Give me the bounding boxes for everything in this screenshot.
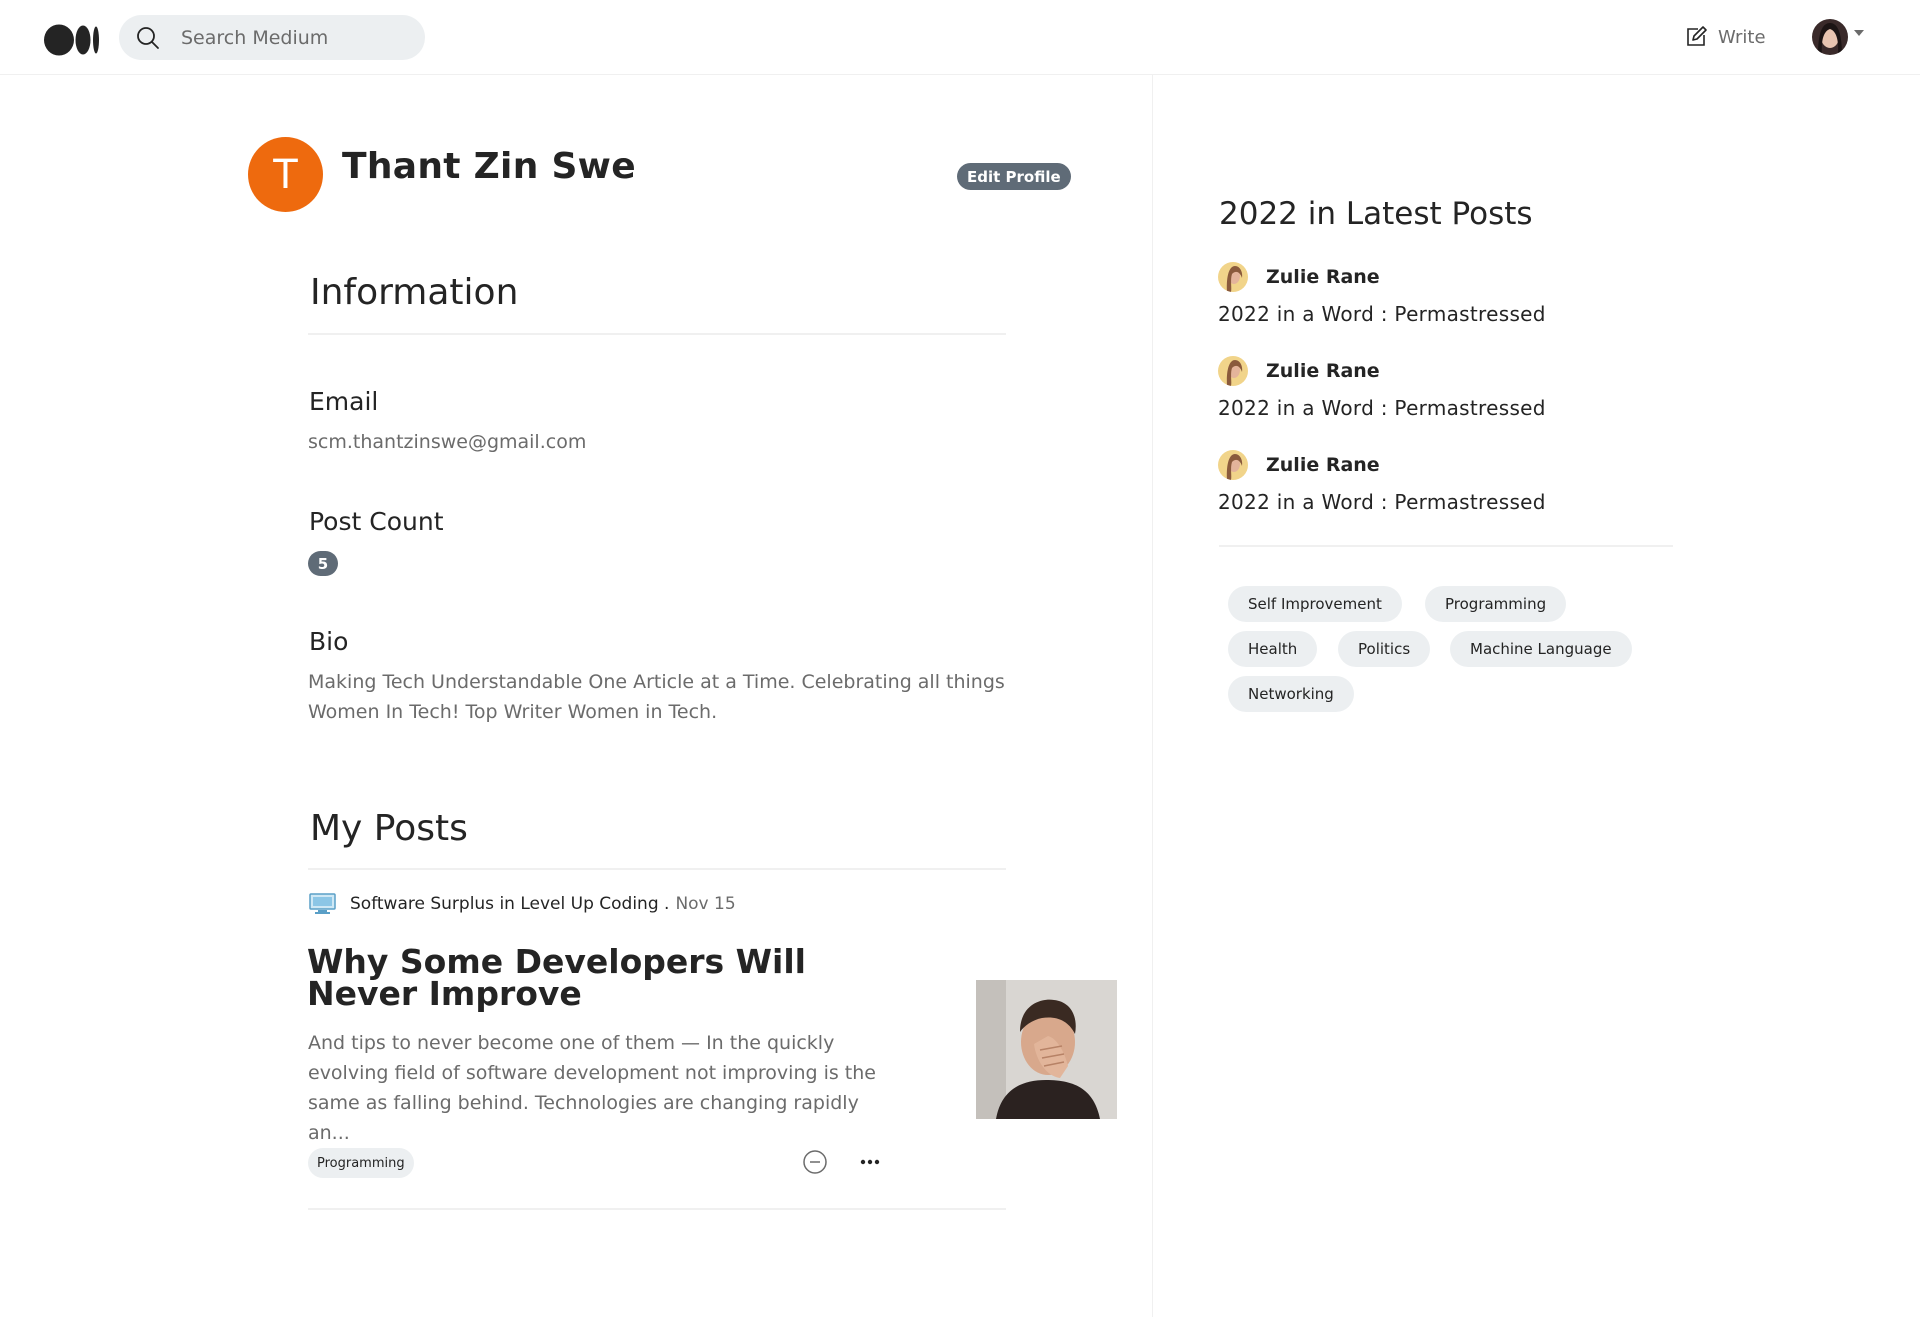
divider <box>308 1208 1006 1210</box>
write-label: Write <box>1718 26 1766 48</box>
latest-posts-heading: 2022 in Latest Posts <box>1219 196 1533 232</box>
search-icon[interactable] <box>135 25 161 51</box>
post-title[interactable]: Why Some Developers Will Never Improve <box>307 945 907 1010</box>
email-label: Email <box>309 387 379 416</box>
profile-initial: T <box>273 151 298 198</box>
latest-post-item[interactable]: Zulie Rane 2022 in a Word : Permastresse… <box>1218 354 1546 420</box>
edit-profile-button[interactable]: Edit Profile <box>957 163 1071 190</box>
email-value: scm.thantzinswe@gmail.com <box>308 431 587 453</box>
profile-avatar: T <box>248 137 323 212</box>
divider <box>308 333 1006 335</box>
post-count-label: Post Count <box>309 507 444 536</box>
more-options-icon[interactable] <box>856 1148 884 1176</box>
latest-post-item[interactable]: Zulie Rane 2022 in a Word : Permastresse… <box>1218 260 1546 326</box>
topic-tag[interactable]: Politics <box>1338 631 1431 667</box>
latest-post-title[interactable]: 2022 in a Word : Permastressed <box>1218 396 1546 420</box>
user-avatar[interactable] <box>1812 19 1848 55</box>
post-count-badge: 5 <box>308 551 338 576</box>
medium-logo-icon[interactable] <box>44 24 100 56</box>
post-date: Nov 15 <box>675 894 736 914</box>
author-name[interactable]: Zulie Rane <box>1266 266 1380 288</box>
bio-value: Making Tech Understandable One Article a… <box>308 671 1005 723</box>
top-navigation-bar: Write <box>0 0 1920 75</box>
topic-tag[interactable]: Programming <box>1425 586 1567 622</box>
divider <box>308 868 1006 870</box>
bio-label: Bio <box>309 627 349 656</box>
search-input[interactable] <box>181 26 401 49</box>
show-less-icon[interactable] <box>801 1148 829 1176</box>
column-divider <box>1152 75 1153 1317</box>
latest-post-author[interactable]: Zulie Rane <box>1218 354 1546 388</box>
write-button[interactable]: Write <box>1684 25 1766 49</box>
topic-tag[interactable]: Machine Language <box>1450 631 1632 667</box>
author-avatar <box>1218 262 1248 292</box>
author-avatar <box>1218 356 1248 386</box>
information-heading: Information <box>310 272 519 313</box>
topic-tag[interactable]: Self Improvement <box>1228 586 1402 622</box>
author-name[interactable]: Zulie Rane <box>1266 360 1380 382</box>
profile-name: Thant Zin Swe <box>342 146 636 187</box>
author-avatar <box>1218 450 1248 480</box>
latest-post-title[interactable]: 2022 in a Word : Permastressed <box>1218 302 1546 326</box>
post-tag[interactable]: Programming <box>308 1148 414 1178</box>
search-bar <box>119 15 425 60</box>
divider <box>1219 545 1673 547</box>
post-publication[interactable]: Software Surplus in Level Up Coding . <box>350 894 669 914</box>
latest-post-author[interactable]: Zulie Rane <box>1218 448 1546 482</box>
my-posts-heading: My Posts <box>310 808 468 849</box>
write-icon <box>1687 26 1707 46</box>
author-name[interactable]: Zulie Rane <box>1266 454 1380 476</box>
topic-tag[interactable]: Health <box>1228 631 1318 667</box>
chevron-down-icon[interactable] <box>1854 30 1864 36</box>
post-meta: Software Surplus in Level Up Coding . No… <box>309 893 736 915</box>
publication-icon <box>309 893 336 914</box>
latest-post-item[interactable]: Zulie Rane 2022 in a Word : Permastresse… <box>1218 448 1546 514</box>
topic-tag[interactable]: Networking <box>1228 676 1354 712</box>
post-thumbnail[interactable] <box>976 980 1117 1119</box>
latest-post-title[interactable]: 2022 in a Word : Permastressed <box>1218 490 1546 514</box>
post-excerpt[interactable]: And tips to never become one of them — I… <box>308 1028 898 1148</box>
latest-post-author[interactable]: Zulie Rane <box>1218 260 1546 294</box>
